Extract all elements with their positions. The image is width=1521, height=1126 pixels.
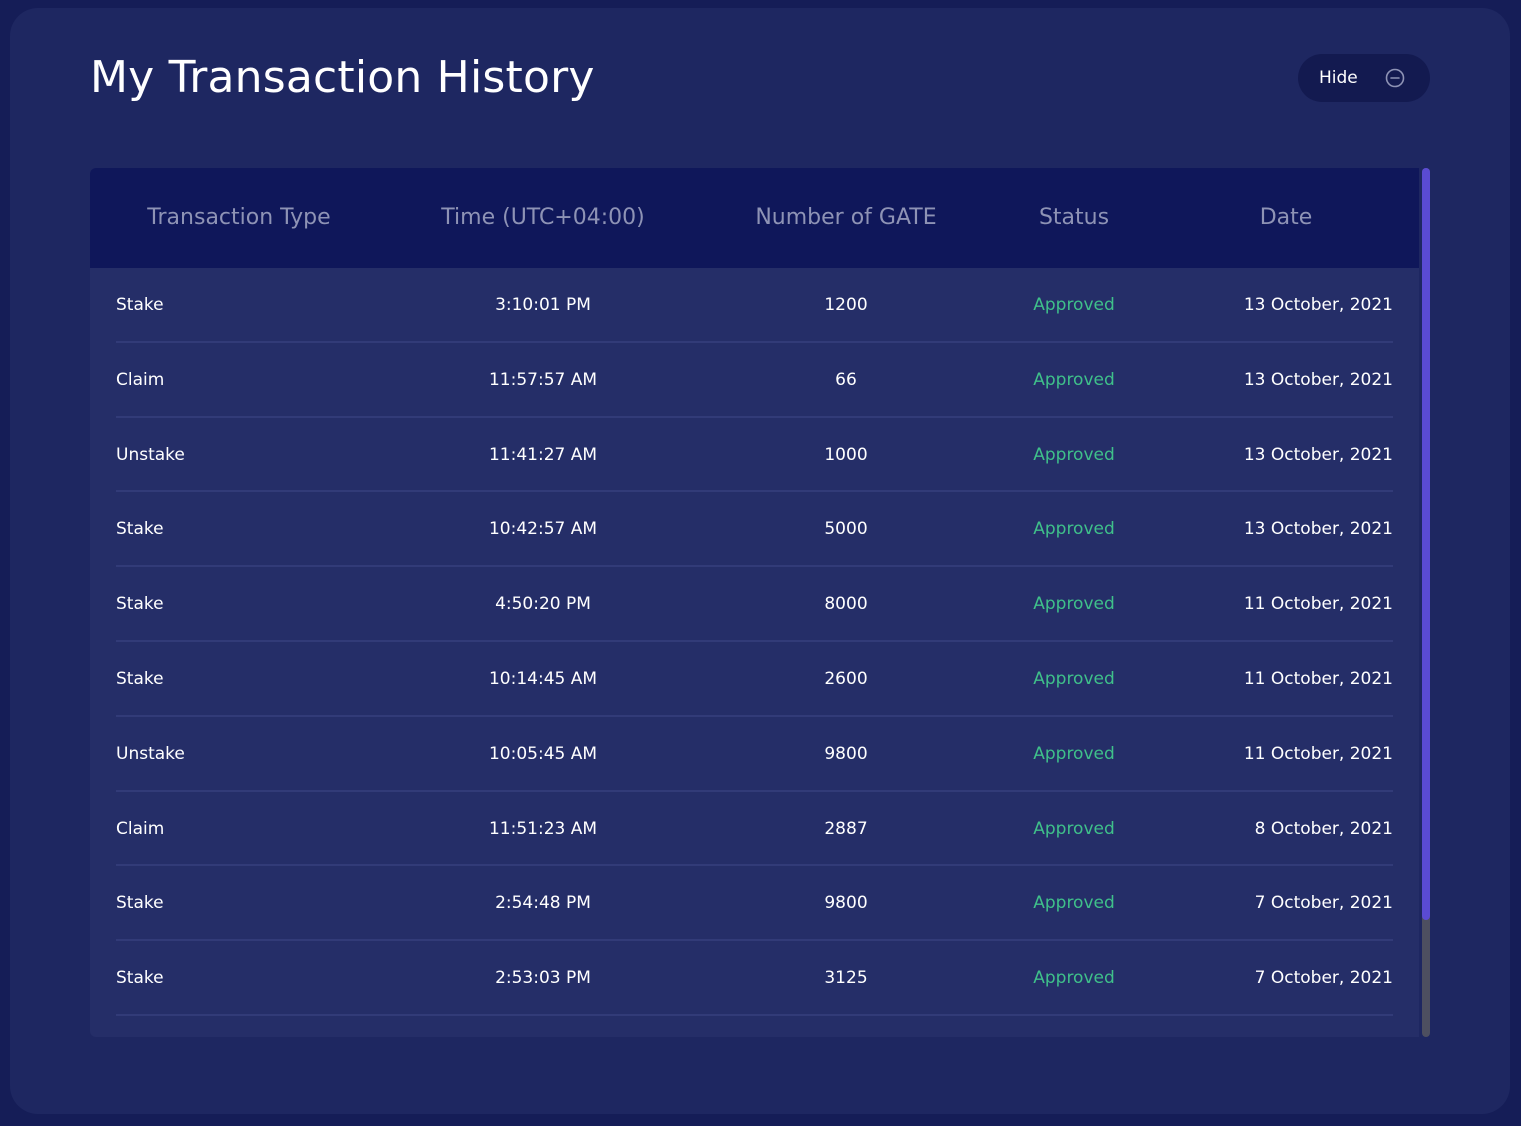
cell-number-of-gate: 9800 [824,743,868,764]
cell-date: 13 October, 2021 [1243,369,1393,390]
cell-transaction-type: Unstake [116,743,185,764]
cell-status: Approved [1033,519,1115,540]
table-row[interactable]: Unstake 11:41:27 AM 1000 Approved 13 October… [116,418,1393,493]
cell-status: Approved [1033,818,1115,839]
cell-transaction-type: Stake [116,519,164,540]
cell-number-of-gate: 8000 [824,594,868,615]
cell-transaction-type: Unstake [116,444,185,465]
cell-time: 11:41:27 AM [488,444,598,465]
column-header-transaction-type[interactable]: Transaction Type [147,206,330,230]
cell-time: 2:53:03 PM [495,968,591,989]
table-row[interactable]: Claim 11:57:57 AM 66 Approved 13 October, 20… [116,343,1393,418]
cell-number-of-gate: 1000 [824,444,868,465]
cell-date: 7 October, 2021 [1254,893,1393,914]
cell-status: Approved [1033,668,1115,689]
transaction-history-panel: My Transaction History Hide Transaction … [10,8,1510,1114]
cell-date: 8 October, 2021 [1254,818,1393,839]
cell-transaction-type: Claim [116,818,165,839]
cell-transaction-type: Stake [116,968,164,989]
cell-status: Approved [1033,893,1115,914]
cell-date: 11 October, 2021 [1243,668,1393,689]
cell-date: 7 October, 2021 [1254,968,1393,989]
cell-time: 4:50:20 PM [495,594,591,615]
cell-status: Approved [1033,968,1115,989]
hide-button[interactable]: Hide [1298,54,1430,102]
cell-number-of-gate: 1200 [824,295,868,315]
cell-transaction-type: Stake [116,668,164,689]
cell-number-of-gate: 3125 [824,968,868,989]
table-row[interactable]: Unstake 10:05:45 AM 9800 Approved 11 October… [116,717,1393,792]
cell-time: 11:57:57 AM [488,369,598,390]
cell-transaction-type: Stake [116,594,164,615]
cell-time: 2:54:48 PM [495,893,591,914]
page-title: My Transaction History [90,52,595,103]
hide-button-label: Hide [1319,68,1358,88]
cell-time: 10:14:45 AM [488,668,598,689]
cell-status: Approved [1033,444,1115,465]
table-row[interactable]: Stake 3:10:01 PM 1200 Approved 13 October, 2… [116,268,1393,343]
cell-date: 11 October, 2021 [1243,743,1393,764]
column-header-date[interactable]: Date [1260,206,1313,230]
cell-time: 11:51:23 AM [488,818,598,839]
cell-number-of-gate: 2887 [824,818,868,839]
cell-number-of-gate: 2600 [824,668,868,689]
cell-date: 13 October, 2021 [1243,295,1393,315]
cell-transaction-type: Stake [116,893,164,914]
table-row[interactable]: Stake 2:53:03 PM 3125 Approved 7 October, 20… [116,941,1393,1016]
column-header-status[interactable]: Status [1039,206,1109,230]
cell-date: 11 October, 2021 [1243,594,1393,615]
cell-status: Approved [1033,594,1115,615]
cell-number-of-gate: 66 [835,369,857,390]
cell-number-of-gate: 9800 [824,893,868,914]
table-body: Stake 3:10:01 PM 1200 Approved 13 October, 2… [90,268,1419,1016]
cell-date: 13 October, 2021 [1243,519,1393,540]
transaction-table: Transaction Type Time (UTC+04:00) Number… [90,168,1419,1037]
table-row[interactable]: Stake 10:42:57 AM 5000 Approved 13 October, … [116,492,1393,568]
table-row[interactable]: Stake 4:50:20 PM 8000 Approved 11 October, 2… [116,567,1393,642]
cell-status: Approved [1033,369,1115,390]
column-header-time[interactable]: Time (UTC+04:00) [441,206,644,230]
cell-time: 10:05:45 AM [488,743,598,764]
table-header: Transaction Type Time (UTC+04:00) Number… [90,168,1419,268]
scrollbar-thumb[interactable] [1422,168,1430,920]
table-scrollbar[interactable] [1422,168,1430,1037]
cell-transaction-type: Stake [116,295,164,315]
cell-date: 13 October, 2021 [1243,444,1393,465]
minus-circle-icon [1385,68,1405,88]
cell-status: Approved [1033,295,1115,315]
cell-transaction-type: Claim [116,369,165,390]
cell-number-of-gate: 5000 [824,519,868,540]
table-row[interactable]: Claim 11:51:23 AM 2887 Approved 8 October, 2… [116,792,1393,867]
cell-status: Approved [1033,743,1115,764]
column-header-number-of-gate[interactable]: Number of GATE [755,206,936,230]
table-row[interactable]: Stake 2:54:48 PM 9800 Approved 7 October, 20… [116,866,1393,942]
table-row[interactable]: Stake 10:14:45 AM 2600 Approved 11 October, … [116,642,1393,717]
cell-time: 3:10:01 PM [495,295,591,315]
cell-time: 10:42:57 AM [488,519,598,540]
